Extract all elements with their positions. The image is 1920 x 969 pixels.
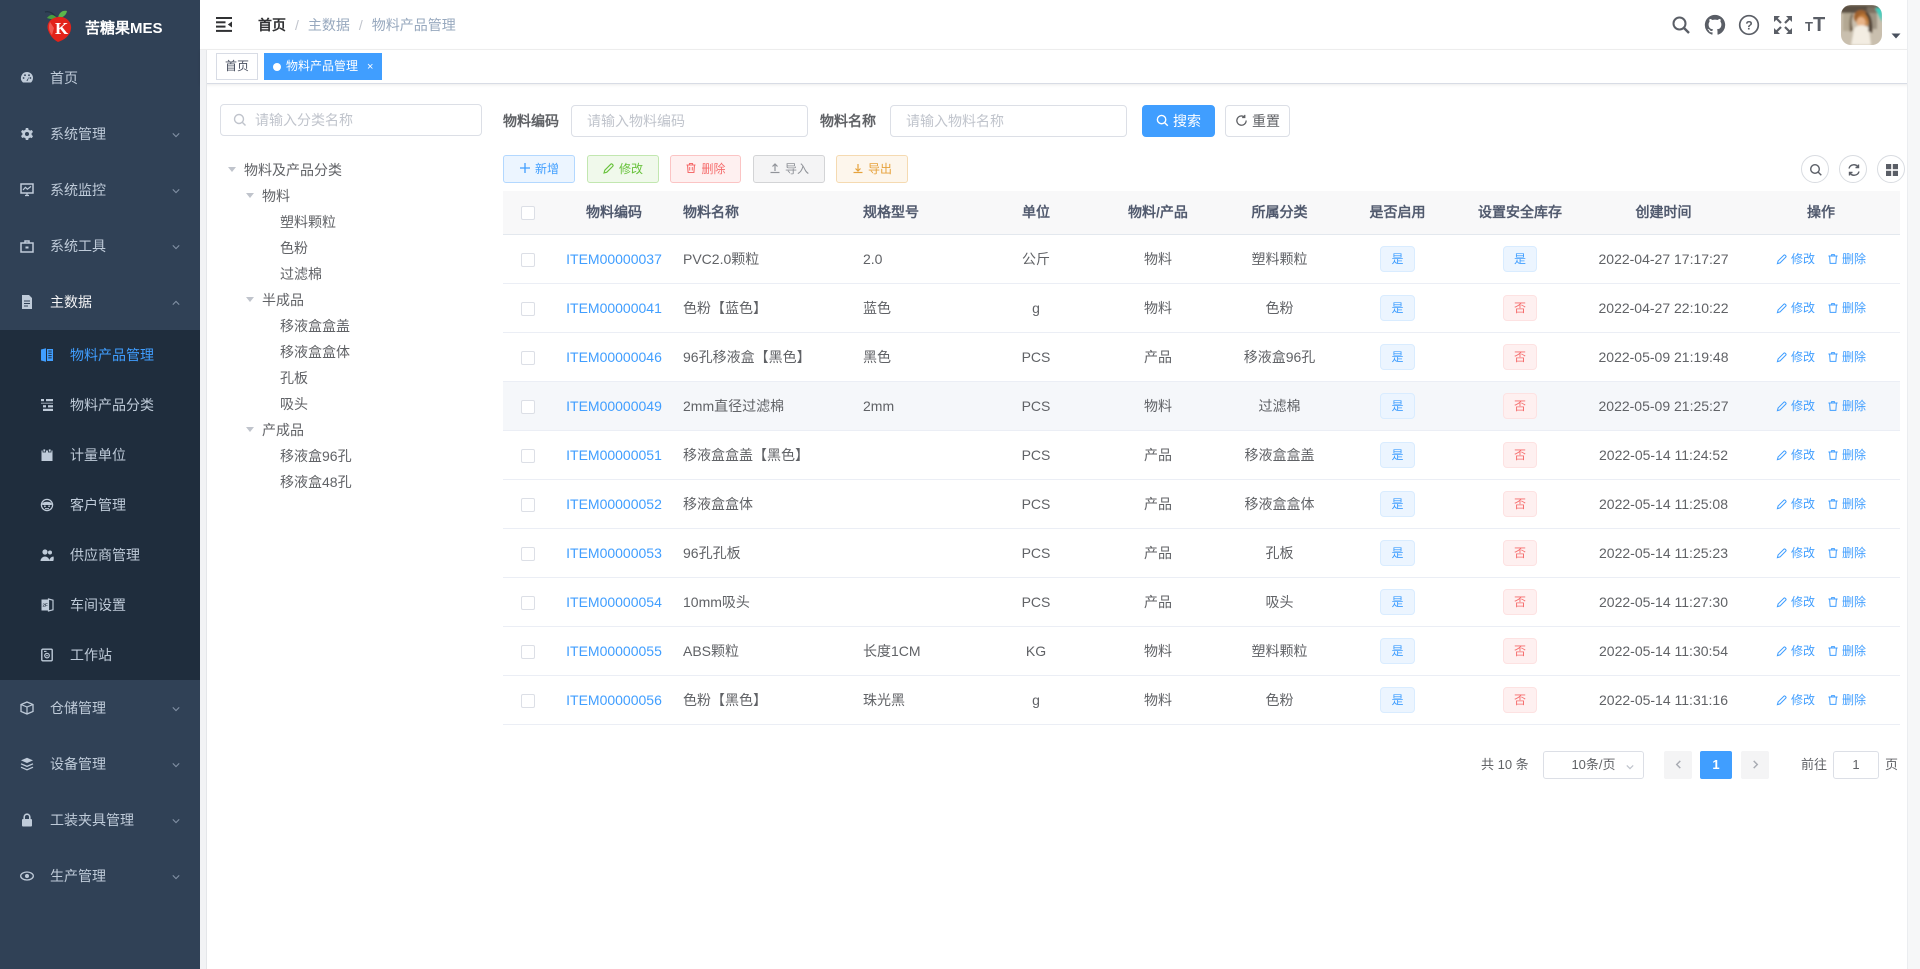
- svg-text:2F: 2F: [43, 603, 49, 608]
- svg-text:K: K: [55, 19, 69, 38]
- svg-text:T: T: [1805, 19, 1813, 34]
- svg-text:T: T: [1813, 14, 1825, 36]
- svg-text:?: ?: [1745, 19, 1752, 33]
